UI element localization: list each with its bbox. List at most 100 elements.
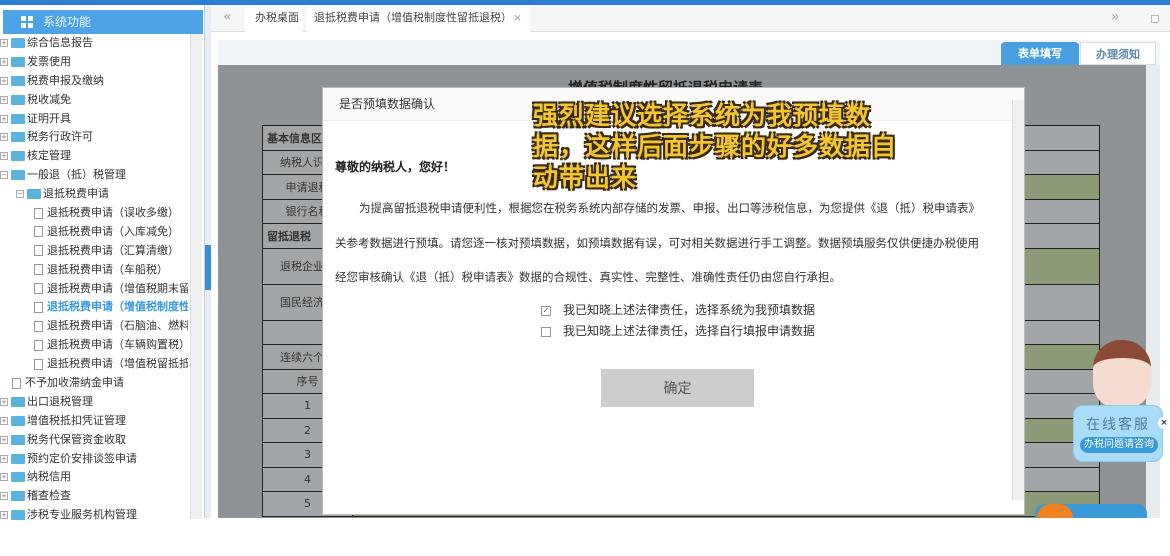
folder-icon	[11, 151, 25, 162]
sidebar-item[interactable]: + 核定管理	[0, 147, 188, 166]
tabs-scroll-left-button[interactable]: «	[223, 5, 232, 32]
sidebar-item-label: 退抵税费申请（汇算清缴）	[47, 243, 179, 257]
maximize-icon[interactable]	[1151, 15, 1159, 23]
expand-icon[interactable]: +	[0, 39, 8, 47]
folder-icon	[11, 170, 25, 181]
document-icon	[34, 207, 43, 219]
sidebar-item[interactable]: − 一般退（抵）税管理	[0, 166, 188, 185]
customer-service-avatar[interactable]	[1093, 340, 1151, 408]
sidebar-item[interactable]: + 增值税抵扣凭证管理	[0, 412, 188, 431]
sidebar-item-label: 出口退税管理	[27, 394, 93, 408]
option-label: 我已知晓上述法律责任，选择系统为我预填数据	[563, 303, 816, 317]
cs-title: 在线客服	[1086, 417, 1150, 433]
sidebar-item[interactable]: 退抵税费申请（增值税期末留抵	[0, 280, 188, 299]
dialog-paragraph-line: 为提高留抵退税申请便利性，根据您在税务系统内部存储的发票、申报、出口等涉税信息，…	[359, 201, 980, 215]
expand-icon[interactable]: +	[0, 416, 8, 425]
sidebar-item[interactable]: 退抵税费申请（增值税留抵抵欠	[0, 355, 188, 374]
expand-icon[interactable]: +	[0, 473, 8, 482]
online-customer-service-widget[interactable]: 在线客服 办税问题请咨询	[1073, 405, 1163, 462]
close-tab-icon[interactable]: ×	[513, 5, 522, 30]
chat-button[interactable]	[1035, 504, 1147, 518]
collapse-icon[interactable]: −	[0, 171, 8, 180]
tabs-scroll-right-button[interactable]: »	[1111, 5, 1120, 32]
sidebar-item[interactable]: 退抵税费申请（车船税）	[0, 261, 188, 280]
sidebar-item[interactable]: + 税务代保管资金收取	[0, 431, 188, 450]
folder-icon	[11, 38, 25, 48]
expand-icon[interactable]: +	[0, 397, 8, 406]
sidebar-item[interactable]: 退抵税费申请（增值税制度性留	[0, 298, 188, 317]
sidebar-item-label: 税务行政许可	[27, 130, 93, 144]
grid-icon	[21, 16, 33, 28]
folder-icon	[11, 396, 25, 407]
sidebar: 系统功能 + 综合信息报告 + 发票使用 + 税费申报及缴纳 + 税收减免 + 证明开具 + 税务行政…	[0, 5, 205, 521]
expand-icon[interactable]: +	[0, 454, 8, 463]
folder-icon	[11, 113, 25, 124]
sidebar-item[interactable]: + 纳税信用	[0, 468, 188, 487]
checkbox-checked[interactable]: ✓	[541, 305, 551, 316]
expand-icon[interactable]: +	[0, 435, 8, 444]
sidebar-item-label: 退抵税费申请（石脑油、燃料油	[47, 319, 188, 333]
sidebar-item-label: 稽查检查	[27, 489, 71, 503]
document-icon	[34, 245, 43, 257]
close-cs-icon[interactable]: ×	[1158, 417, 1170, 429]
caption-line: 据，这样后面步骤的好多数据自	[533, 132, 898, 161]
sidebar-item[interactable]: 不予加收滞纳金申请	[0, 374, 188, 393]
sidebar-item[interactable]: + 涉税专业服务机构管理	[0, 506, 188, 525]
sidebar-item-label: 核定管理	[27, 149, 71, 163]
sidebar-item[interactable]: + 稽查检查	[0, 487, 188, 506]
document-icon	[34, 226, 43, 238]
sidebar-item[interactable]: + 税费申报及缴纳	[0, 72, 188, 91]
tab-notice[interactable]: 办理须知	[1080, 42, 1156, 65]
document-icon	[34, 358, 43, 370]
folder-icon	[11, 434, 25, 445]
sidebar-item-label: 综合信息报告	[27, 36, 93, 49]
sidebar-item[interactable]: + 预约定价安排谈签申请	[0, 450, 188, 469]
collapse-icon[interactable]: −	[16, 190, 24, 199]
sidebar-item[interactable]: + 税务行政许可	[0, 128, 188, 147]
tab-active-label: 退抵税费申请（增值税制度性留抵退税）	[314, 11, 512, 24]
sidebar-item[interactable]: − 退抵税费申请	[0, 185, 188, 204]
sidebar-item-label: 一般退（抵）税管理	[27, 168, 126, 182]
sidebar-item[interactable]: 退抵税费申请（车辆购置税）	[0, 336, 188, 355]
expand-icon[interactable]: +	[0, 152, 8, 161]
confirm-button[interactable]: 确定	[601, 369, 754, 407]
sidebar-item[interactable]: 退抵税费申请（误收多缴）	[0, 204, 188, 223]
sidebar-item[interactable]: + 综合信息报告	[0, 34, 188, 53]
sidebar-item[interactable]: 退抵税费申请（汇算清缴）	[0, 242, 188, 261]
collapse-handle[interactable]	[205, 245, 211, 290]
expand-icon[interactable]: +	[0, 492, 8, 501]
folder-icon	[27, 189, 41, 200]
sidebar-item[interactable]: + 税收减免	[0, 91, 188, 110]
sidebar-item[interactable]: 退抵税费申请（入库减免）	[0, 223, 188, 242]
caption-line: 强烈建议选择系统为我预填数	[533, 101, 872, 130]
sidebar-item-label: 预约定价安排谈签申请	[27, 451, 137, 465]
sidebar-item-label: 退抵税费申请（入库减免）	[47, 224, 179, 238]
tab-active[interactable]: 退抵税费申请（增值税制度性留抵退税） ×	[306, 5, 530, 32]
folder-icon	[11, 415, 25, 426]
sidebar-item-label: 退抵税费申请（误收多缴）	[47, 206, 179, 220]
video-caption-overlay: 强烈建议选择系统为我预填数 据，这样后面步骤的好多数据自 动带出来	[533, 100, 897, 193]
sidebar-item[interactable]: + 发票使用	[0, 53, 188, 72]
expand-icon[interactable]: +	[0, 95, 8, 104]
expand-icon[interactable]: +	[0, 114, 8, 123]
expand-icon[interactable]: +	[0, 133, 8, 142]
folder-icon	[11, 510, 25, 521]
sidebar-item-label: 退抵税费申请（车船税）	[47, 262, 168, 276]
sidebar-item-label: 涉税专业服务机构管理	[27, 508, 137, 522]
expand-icon[interactable]: +	[0, 76, 8, 85]
checkbox-unchecked[interactable]	[541, 326, 551, 337]
folder-icon	[11, 491, 25, 502]
option-self-fill[interactable]: 我已知晓上述法律责任，选择自行填报申请数据	[541, 322, 815, 339]
expand-icon[interactable]: +	[0, 57, 8, 66]
option-system-prefill[interactable]: ✓ 我已知晓上述法律责任，选择系统为我预填数据	[541, 301, 815, 318]
sidebar-item[interactable]: + 证明开具	[0, 110, 188, 129]
sidebar-splitter[interactable]	[205, 5, 211, 518]
expand-icon[interactable]: +	[0, 511, 8, 520]
sidebar-item[interactable]: 退抵税费申请（石脑油、燃料油	[0, 317, 188, 336]
sidebar-scrollbar[interactable]	[190, 34, 202, 519]
tab-bar: « 办税桌面 退抵税费申请（增值税制度性留抵退税） × »	[211, 5, 1170, 32]
tab-home[interactable]: 办税桌面	[245, 5, 303, 32]
tab-form-fill[interactable]: 表单填写	[1001, 42, 1079, 65]
sidebar-item[interactable]: + 出口退税管理	[0, 393, 188, 412]
dialog-scrollbar[interactable]	[1012, 100, 1024, 500]
